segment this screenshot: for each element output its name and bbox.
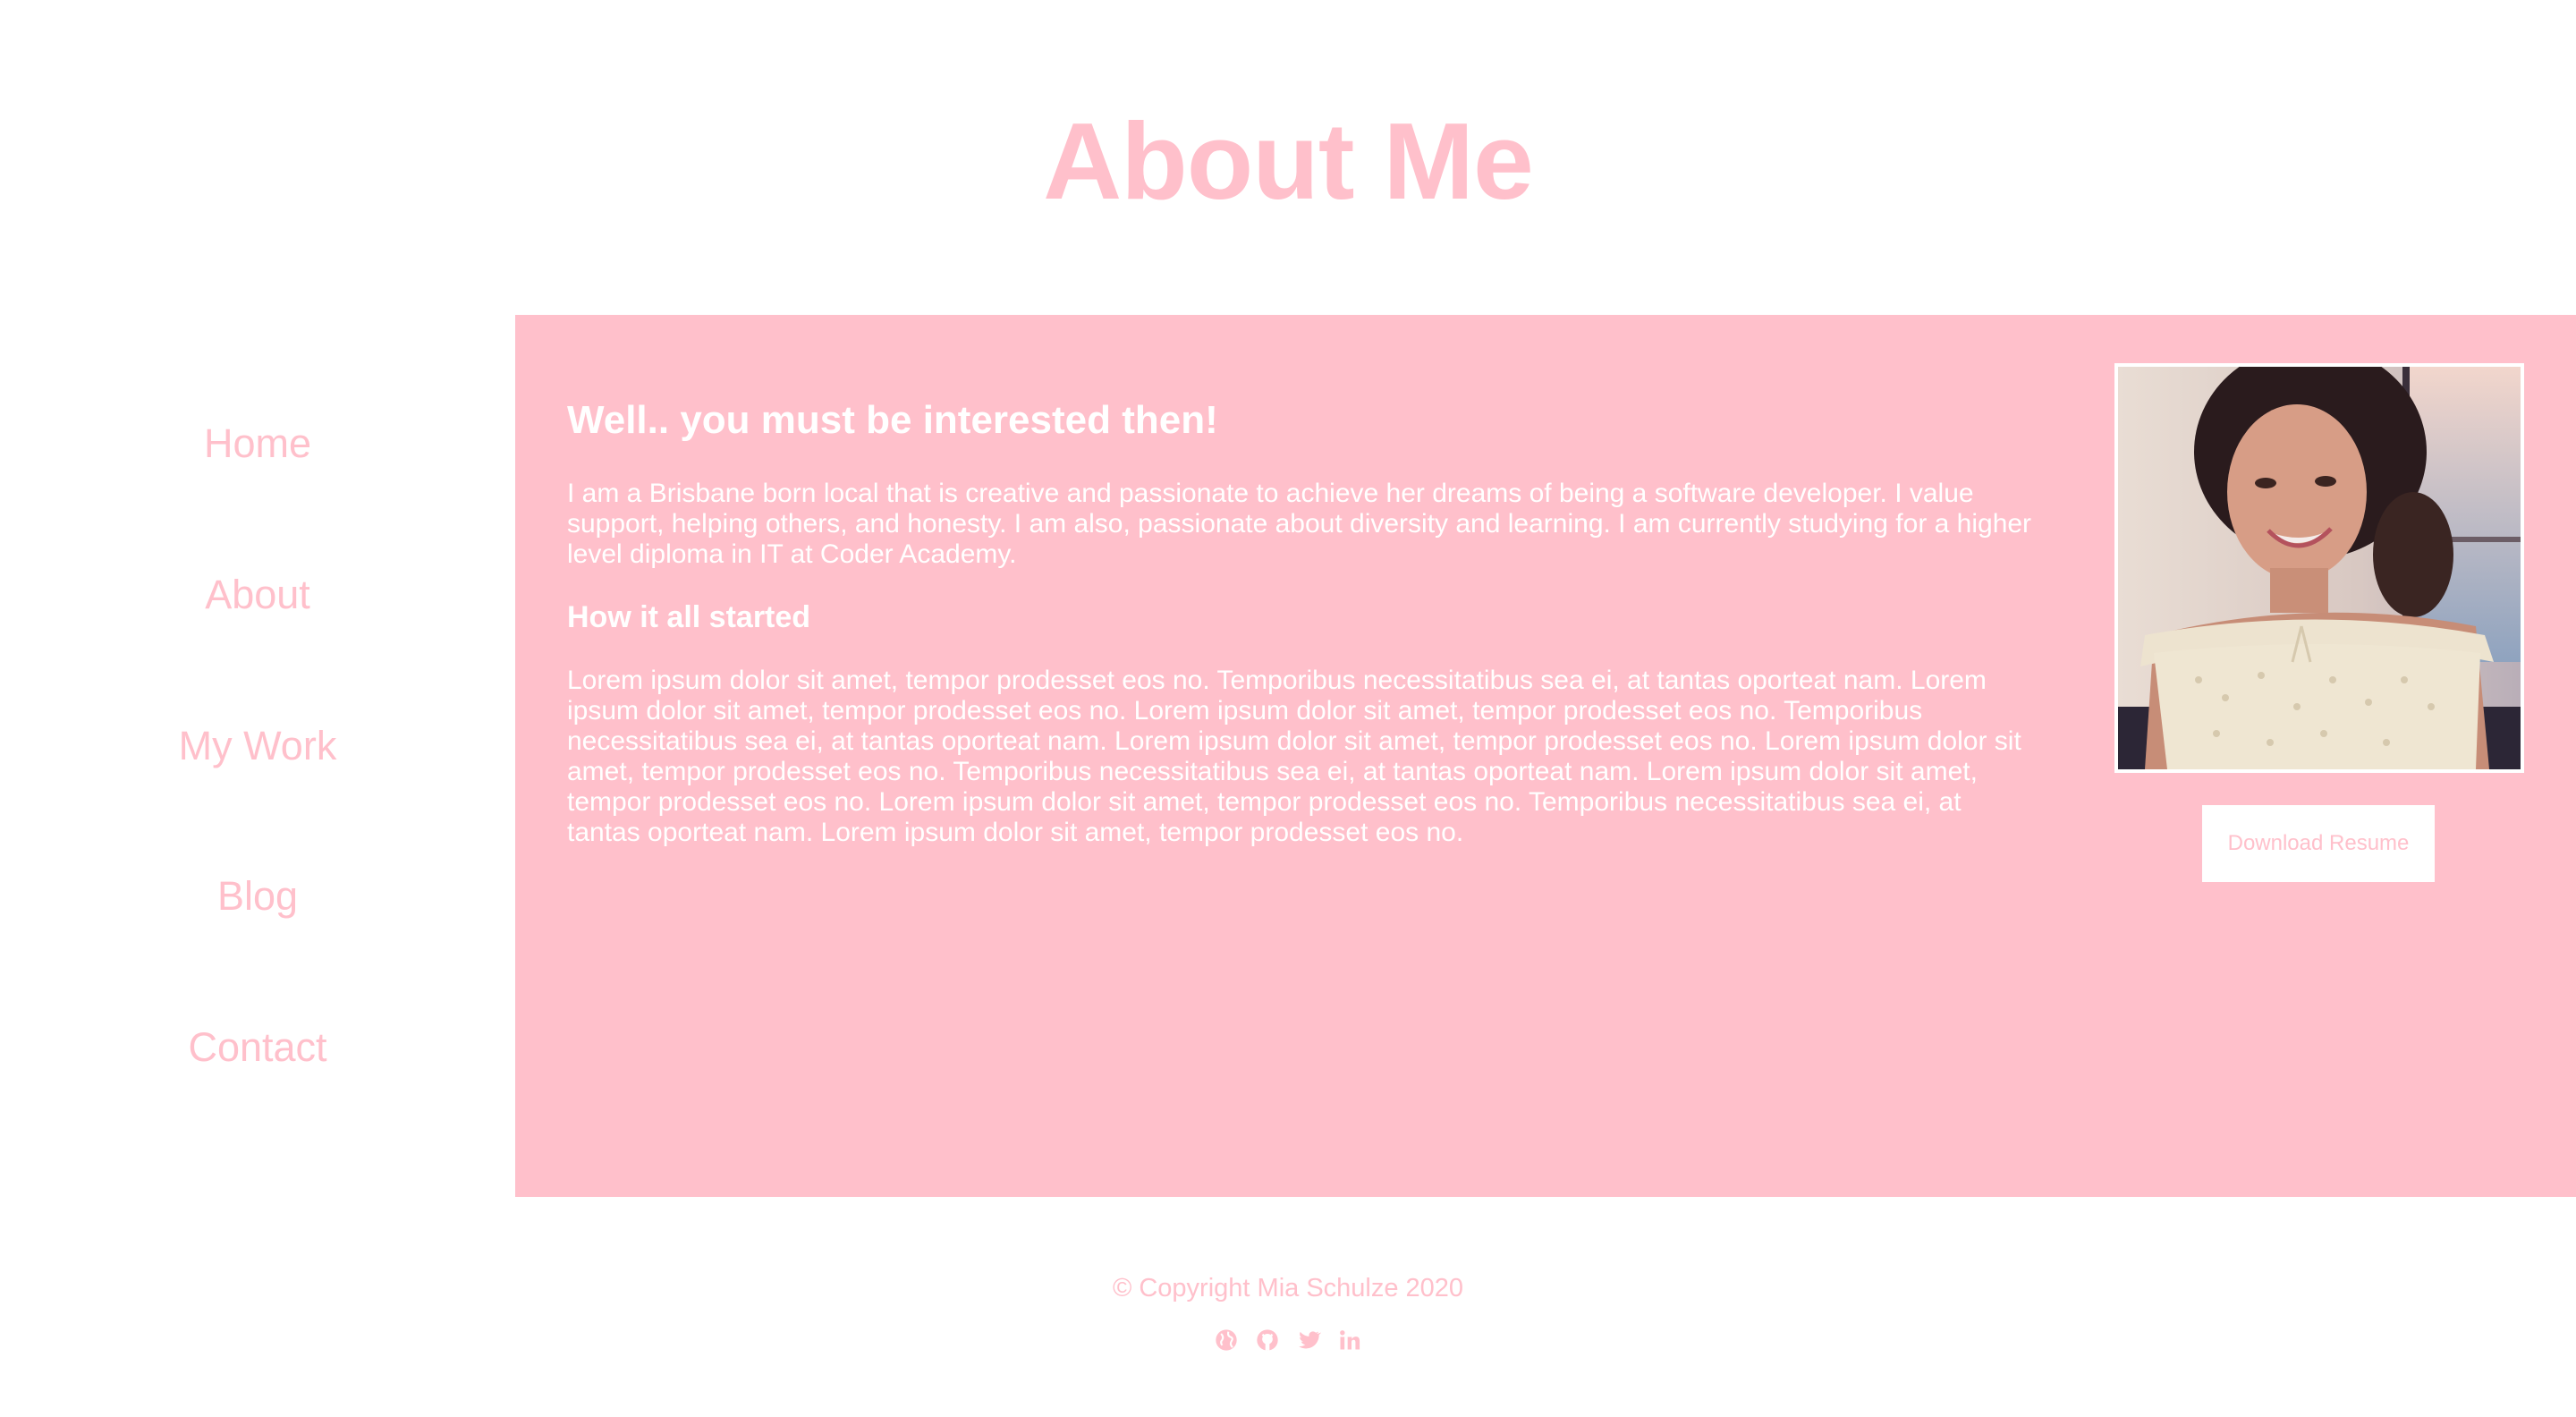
- social-links: [0, 1328, 2576, 1353]
- linkedin-icon[interactable]: [1337, 1328, 1362, 1353]
- story-paragraph: Lorem ipsum dolor sit amet, tempor prode…: [567, 666, 2021, 847]
- page: About Me Home About My Work Blog Contact…: [0, 0, 2576, 1417]
- footer: © Copyright Mia Schulze 2020: [0, 1270, 2576, 1351]
- github-icon[interactable]: [1255, 1328, 1280, 1353]
- about-content-panel: Well.. you must be interested then! I am…: [515, 315, 2576, 1197]
- profile-photo: [2114, 363, 2524, 773]
- page-title: About Me: [1043, 100, 1534, 222]
- nav-item-home[interactable]: Home: [0, 417, 515, 471]
- nav-item-contact[interactable]: Contact: [0, 1021, 515, 1074]
- sidebar-nav: Home About My Work Blog Contact: [0, 315, 515, 1209]
- copyright-text: © Copyright Mia Schulze 2020: [1112, 1274, 1464, 1302]
- profile-photo-illustration: [2118, 367, 2521, 769]
- intro-paragraph: I am a Brisbane born local that is creat…: [567, 479, 2032, 569]
- nav-item-blog[interactable]: Blog: [0, 870, 515, 923]
- nav-item-about[interactable]: About: [0, 568, 515, 622]
- nav-item-my-work[interactable]: My Work: [0, 719, 515, 773]
- download-resume-button[interactable]: Download Resume: [2202, 805, 2435, 882]
- twitter-icon[interactable]: [1296, 1328, 1321, 1353]
- story-heading: How it all started: [567, 600, 811, 634]
- globe-icon[interactable]: [1214, 1328, 1239, 1353]
- intro-heading: Well.. you must be interested then!: [567, 398, 1218, 442]
